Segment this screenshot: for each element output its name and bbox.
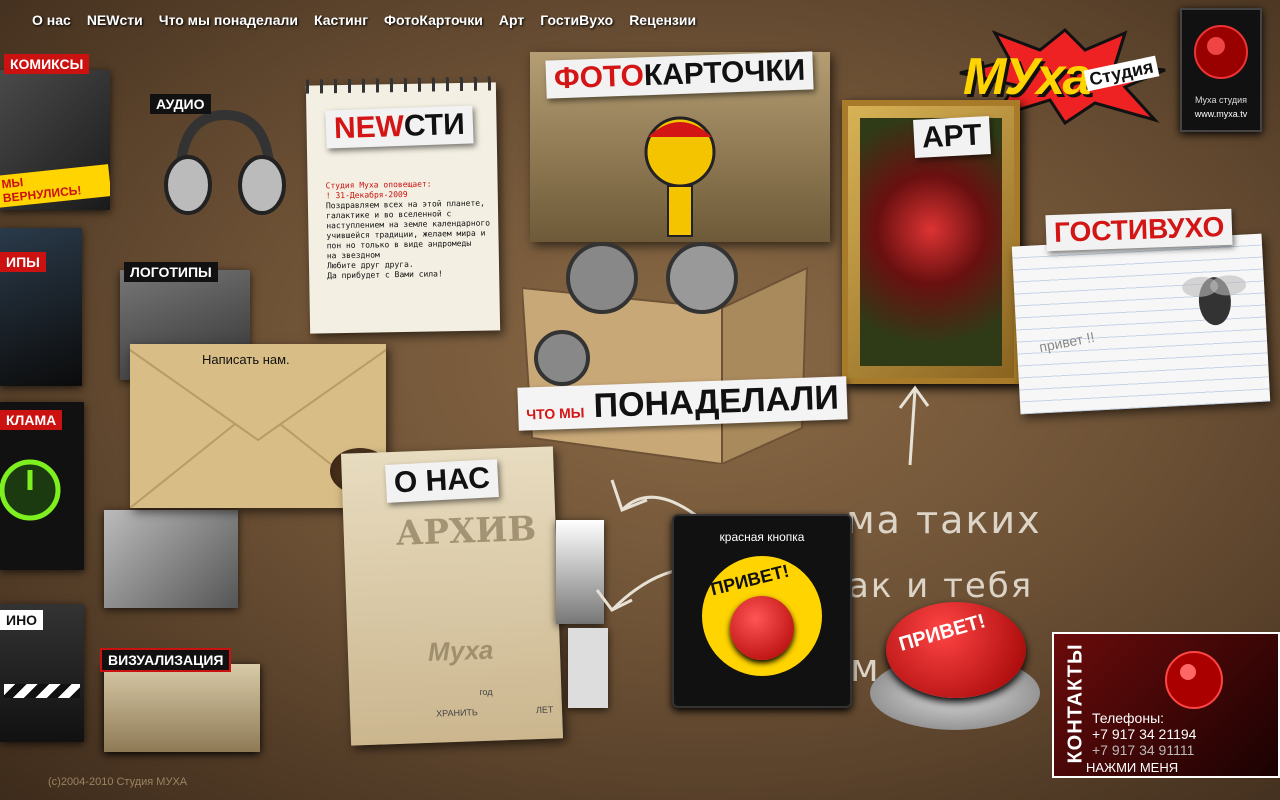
menu-clips-label[interactable]: ипы bbox=[0, 252, 46, 272]
news-title[interactable]: NEWсти bbox=[325, 105, 474, 149]
brand-text: МУха bbox=[963, 48, 1091, 106]
chalk-arrow-up-icon bbox=[898, 385, 930, 466]
photo-title-black: карточки bbox=[643, 53, 806, 93]
red-button-cap[interactable] bbox=[730, 596, 794, 660]
nav-works[interactable]: Что мы понаделали bbox=[151, 12, 306, 28]
contacts-cta[interactable]: НАЖМИ МЕНЯ bbox=[1086, 760, 1178, 775]
visualization-tile[interactable] bbox=[104, 664, 260, 752]
menu-visualization-label[interactable]: визуализация bbox=[100, 648, 232, 672]
film-reel-box-icon bbox=[520, 242, 809, 466]
contacts-title: контакты bbox=[1064, 643, 1087, 764]
menu-ads-label[interactable]: клама bbox=[0, 410, 63, 430]
red-button-panel[interactable]: красная кнопка привет! bbox=[672, 514, 852, 708]
nav-about[interactable]: О нас bbox=[0, 12, 79, 28]
archive-field-years: лет bbox=[535, 704, 554, 716]
envelope-label: Написать нам. bbox=[202, 352, 290, 367]
guestbook-title[interactable]: гостивухо bbox=[1045, 208, 1233, 252]
nav-reviews[interactable]: Reцензии bbox=[621, 12, 704, 28]
fly-emblem-icon bbox=[1194, 25, 1248, 79]
works-title-big: понаделали bbox=[593, 378, 840, 426]
site-url[interactable]: www.myxa.tv bbox=[1182, 109, 1260, 119]
comics-tile[interactable]: мы вернулись! bbox=[0, 70, 110, 210]
archive-field-keep: хранить bbox=[435, 707, 479, 719]
news-body: Студия Муха оповещает: ! 31-Декабря-2009… bbox=[326, 178, 500, 281]
about-title[interactable]: о нас bbox=[385, 459, 499, 503]
photo-title-red: фото bbox=[553, 59, 645, 96]
headphones-icon bbox=[164, 109, 286, 215]
chalk-line-1: ма таких bbox=[846, 498, 1042, 542]
contacts-phone-2: +7 917 34 91111 bbox=[1092, 742, 1195, 758]
clapperboard-icon bbox=[4, 684, 80, 698]
studio-emblem[interactable]: Муха студия www.myxa.tv bbox=[1180, 8, 1262, 132]
fly-icon bbox=[1182, 275, 1247, 326]
comics-cover-text: мы вернулись! bbox=[0, 164, 110, 208]
archive-field-year: год bbox=[479, 686, 493, 698]
works-box[interactable] bbox=[520, 238, 810, 466]
nav-casting[interactable]: Кастинг bbox=[306, 12, 376, 28]
contacts-globe-icon bbox=[1165, 651, 1223, 709]
footer-copyright: (c)2004-2010 Студия МУХА bbox=[48, 776, 188, 788]
menu-logos-label[interactable]: логотипы bbox=[124, 262, 218, 282]
nav-guestbook[interactable]: ГостиВухо bbox=[532, 12, 621, 28]
big-hello-button[interactable]: привет! bbox=[864, 596, 1048, 744]
news-title-red: NEW bbox=[333, 109, 405, 146]
emblem-caption: Муха студия bbox=[1194, 95, 1248, 105]
news-line: Да прибудет с Вами сила! bbox=[327, 269, 443, 281]
nav-photos[interactable]: ФотоКарточки bbox=[376, 12, 491, 28]
contacts-phone-1: +7 917 34 21194 bbox=[1092, 726, 1197, 742]
news-title-black: сти bbox=[403, 107, 466, 143]
archive-stamp: архив bbox=[395, 509, 537, 554]
red-button-caption: красная кнопка bbox=[719, 530, 805, 544]
contacts-panel[interactable]: контакты Телефоны: +7 917 34 21194 +7 91… bbox=[1052, 632, 1280, 778]
spiral-binding bbox=[305, 76, 496, 94]
archive-stamp-logo: Муха bbox=[427, 634, 494, 667]
works-title-small: что мы bbox=[526, 404, 585, 423]
guestbook-note: привет !! bbox=[1037, 328, 1096, 356]
nav-news[interactable]: NEWсти bbox=[79, 12, 151, 28]
art-title[interactable]: арт bbox=[913, 116, 991, 158]
nav-art[interactable]: Арт bbox=[491, 12, 532, 28]
guestbook-notebook[interactable]: привет !! bbox=[1011, 233, 1271, 415]
menu-comics-label[interactable]: комиксы bbox=[4, 54, 90, 74]
contacts-phones-label: Телефоны: bbox=[1092, 710, 1165, 726]
menu-cinema-label[interactable]: ино bbox=[0, 610, 44, 630]
drawing-tablet-tile[interactable] bbox=[104, 510, 238, 608]
guestbook-title-red: гости bbox=[1053, 213, 1149, 248]
guestbook-title-black: вухо bbox=[1147, 211, 1225, 245]
audio-headphones[interactable] bbox=[150, 100, 300, 220]
menu-audio-label[interactable]: аудио bbox=[150, 94, 211, 114]
